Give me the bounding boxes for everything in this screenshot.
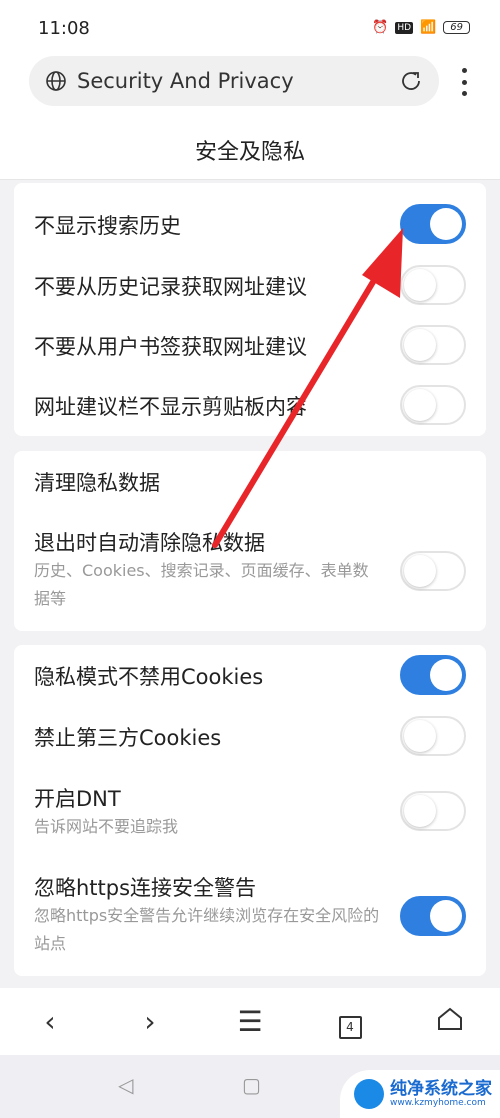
bottom-toolbar: ‹ › ☰ 4 <box>0 988 500 1055</box>
tabs-button[interactable]: 4 <box>325 1005 375 1039</box>
red-arrow-annotation <box>212 228 403 548</box>
forward-icon[interactable]: › <box>125 1005 175 1038</box>
watermark-name: 纯净系统之家 <box>390 1079 492 1099</box>
home-icon[interactable] <box>425 1005 475 1038</box>
system-back-icon[interactable]: ◁ <box>118 1073 133 1097</box>
watermark-logo-icon <box>354 1079 384 1109</box>
tab-count: 4 <box>338 1015 362 1039</box>
menu-icon[interactable]: ☰ <box>225 1005 275 1038</box>
watermark-logo: 纯净系统之家 www.kzmyhome.com <box>340 1070 500 1118</box>
system-home-icon[interactable]: ▢ <box>242 1073 261 1097</box>
back-icon[interactable]: ‹ <box>25 1005 75 1038</box>
watermark-url: www.kzmyhome.com <box>390 1098 486 1108</box>
